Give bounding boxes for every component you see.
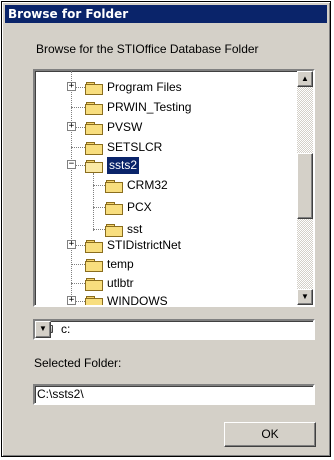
tree-line bbox=[93, 173, 94, 231]
drive-dropdown-button[interactable]: ▼ bbox=[35, 321, 51, 338]
tree-line bbox=[71, 147, 85, 148]
folder-icon bbox=[85, 121, 103, 135]
browse-for-folder-dialog: Browse for Folder Browse for the STIOffi… bbox=[1, 1, 331, 457]
tree-line bbox=[93, 207, 105, 208]
tree-item-program-files[interactable]: Program Files bbox=[85, 79, 182, 96]
expand-pvsw-button[interactable]: + bbox=[67, 122, 76, 131]
tree-item-label: CRM32 bbox=[127, 178, 168, 192]
folder-icon bbox=[105, 179, 123, 193]
selected-folder-label: Selected Folder: bbox=[34, 356, 122, 370]
tree-item-label: sst bbox=[127, 222, 143, 236]
arrow-down-icon: ▼ bbox=[301, 292, 309, 301]
drive-select[interactable]: c: ▼ bbox=[33, 319, 315, 340]
tree-item-label: PCX bbox=[127, 200, 152, 214]
tree-item-temp[interactable]: temp bbox=[85, 256, 134, 273]
scroll-thumb[interactable] bbox=[297, 153, 313, 219]
title-bar[interactable]: Browse for Folder bbox=[5, 5, 327, 23]
collapse-ssts2-button[interactable]: − bbox=[67, 160, 76, 169]
open-folder-icon bbox=[85, 159, 103, 173]
drive-value: c: bbox=[61, 322, 71, 336]
tree-item-windows[interactable]: WINDOWS bbox=[85, 293, 168, 307]
tree-item-setslcr[interactable]: SETSLCR bbox=[85, 139, 162, 156]
folder-icon bbox=[85, 141, 103, 155]
tree-line bbox=[71, 107, 85, 108]
folder-icon bbox=[85, 101, 103, 115]
tree-line bbox=[71, 283, 85, 284]
scroll-down-button[interactable]: ▼ bbox=[297, 289, 313, 305]
tree-item-label: utlbtr bbox=[107, 276, 134, 290]
expand-stidistrictnet-button[interactable]: + bbox=[67, 240, 76, 249]
tree-item-label: ssts2 bbox=[107, 157, 140, 174]
folder-icon bbox=[85, 258, 103, 272]
tree-item-pvsw[interactable]: PVSW bbox=[85, 119, 142, 136]
tree-item-utlbtr[interactable]: utlbtr bbox=[85, 275, 134, 292]
ok-button[interactable]: OK bbox=[224, 422, 316, 447]
tree-item-label: SETSLCR bbox=[107, 140, 163, 154]
arrow-up-icon: ▲ bbox=[301, 74, 309, 83]
tree-item-prwin-testing[interactable]: PRWIN_Testing bbox=[85, 99, 191, 116]
tree-item-sst[interactable]: sst bbox=[105, 221, 142, 238]
tree-item-label: WINDOWS bbox=[107, 294, 168, 307]
expand-windows-button[interactable]: + bbox=[67, 296, 76, 305]
expand-program-files-button[interactable]: + bbox=[67, 82, 76, 91]
tree-scrollbar[interactable]: ▲ ▼ bbox=[297, 71, 313, 305]
tree-item-label: Program Files bbox=[107, 80, 182, 94]
tree-item-label: PRWIN_Testing bbox=[107, 100, 192, 114]
chevron-down-icon: ▼ bbox=[39, 324, 47, 333]
folder-icon bbox=[105, 201, 123, 215]
tree-line bbox=[93, 185, 105, 186]
tree-line bbox=[93, 229, 105, 230]
folder-icon bbox=[85, 239, 103, 253]
tree-item-label: PVSW bbox=[107, 120, 143, 134]
folder-icon bbox=[85, 81, 103, 95]
scroll-up-button[interactable]: ▲ bbox=[297, 71, 313, 87]
prompt-text: Browse for the STIOffice Database Folder bbox=[36, 42, 259, 56]
tree-line bbox=[71, 71, 72, 303]
tree-item-crm32[interactable]: CRM32 bbox=[105, 177, 168, 194]
tree-item-label: STIDistrictNet bbox=[107, 238, 182, 252]
tree-item-stidistrictnet[interactable]: STIDistrictNet bbox=[85, 237, 181, 254]
selected-folder-field[interactable]: C:\ssts2\ bbox=[33, 384, 315, 405]
tree-item-ssts2[interactable]: ssts2 bbox=[85, 157, 140, 174]
folder-tree[interactable]: + Program Files PRWIN_Testing + PVSW SET… bbox=[33, 69, 315, 307]
folder-icon bbox=[105, 223, 123, 237]
tree-item-label: temp bbox=[107, 257, 134, 271]
folder-icon bbox=[85, 295, 103, 305]
folder-icon bbox=[85, 277, 103, 291]
tree-line bbox=[71, 264, 85, 265]
tree-item-pcx[interactable]: PCX bbox=[105, 199, 152, 216]
